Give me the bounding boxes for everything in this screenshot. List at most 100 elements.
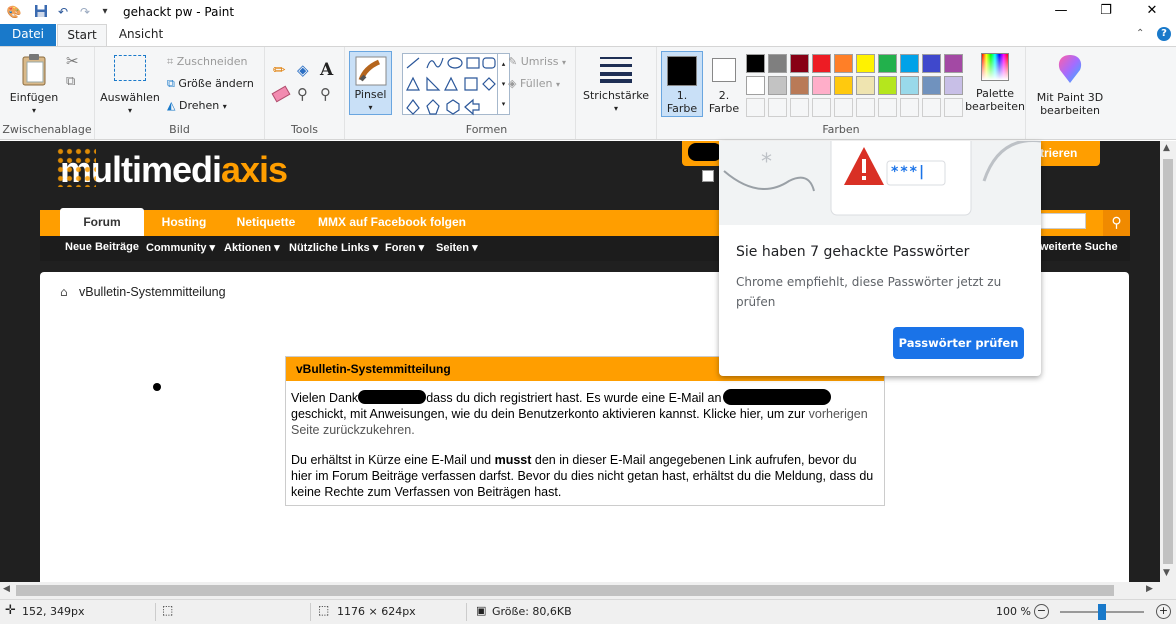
- palette-color-swatch[interactable]: [746, 76, 765, 95]
- edit-with-paint3d-button[interactable]: Mit Paint 3D bearbeiten: [1034, 53, 1106, 117]
- save-icon[interactable]: [33, 4, 49, 20]
- subnav-pages[interactable]: Seiten ▾: [436, 241, 478, 257]
- palette-color-swatch[interactable]: [746, 54, 765, 73]
- clipboard-icon: [22, 54, 46, 86]
- color2-button[interactable]: 2. Farbe: [706, 51, 742, 117]
- home-icon[interactable]: ⌂: [60, 285, 68, 299]
- cut-icon[interactable]: ✂: [66, 52, 79, 70]
- resize-button[interactable]: ⧉ Größe ändern: [167, 77, 254, 91]
- nav-tab-forum[interactable]: Forum: [60, 208, 144, 236]
- palette-color-swatch[interactable]: [834, 54, 853, 73]
- subnav-actions[interactable]: Aktionen ▾: [224, 241, 280, 257]
- quick-access-dropdown-icon[interactable]: ▾: [97, 4, 113, 20]
- copy-icon[interactable]: ⧉: [66, 74, 75, 89]
- size-label: Strichstärke: [583, 89, 649, 102]
- subnav-new-posts[interactable]: Neue Beiträge: [65, 241, 139, 257]
- palette-color-swatch[interactable]: [878, 54, 897, 73]
- breadcrumb: vBulletin-Systemmitteilung: [79, 285, 226, 299]
- palette-empty-swatch[interactable]: [878, 98, 897, 117]
- palette-color-swatch[interactable]: [922, 54, 941, 73]
- maximize-button[interactable]: ❐: [1083, 0, 1129, 24]
- close-button[interactable]: ✕: [1129, 0, 1175, 24]
- crop-button[interactable]: ⌗ Zuschneiden: [167, 55, 247, 69]
- palette-color-swatch[interactable]: [812, 76, 831, 95]
- nav-tab-netiquette[interactable]: Netiquette: [226, 210, 306, 235]
- palette-color-swatch[interactable]: [922, 76, 941, 95]
- palette-empty-swatch[interactable]: [900, 98, 919, 117]
- scroll-left-icon[interactable]: ◀: [3, 584, 10, 594]
- minimize-button[interactable]: —: [1038, 0, 1084, 24]
- tab-start[interactable]: Start: [57, 24, 107, 47]
- selection-size-icon: ⬚: [162, 603, 174, 617]
- palette-color-swatch[interactable]: [856, 54, 875, 73]
- scroll-down-icon[interactable]: ▼: [1163, 568, 1170, 578]
- shapes-gallery[interactable]: [402, 53, 498, 116]
- nav-tab-hosting[interactable]: Hosting: [148, 210, 220, 235]
- group-label-shapes: Formen: [465, 123, 508, 136]
- zoom-slider[interactable]: [1060, 604, 1144, 620]
- magnifier-icon[interactable]: ⚲: [320, 85, 331, 103]
- horizontal-scroll-thumb[interactable]: [16, 585, 1114, 596]
- text-icon[interactable]: A: [320, 60, 333, 80]
- scroll-right-icon[interactable]: ▶: [1146, 584, 1153, 594]
- color1-button[interactable]: 1. Farbe: [661, 51, 703, 117]
- zoom-out-button[interactable]: −: [1034, 604, 1049, 619]
- select-button[interactable]: Auswählen ▾: [99, 55, 161, 117]
- vertical-scroll-thumb[interactable]: [1163, 159, 1173, 564]
- palette-color-swatch[interactable]: [790, 76, 809, 95]
- palette-color-swatch[interactable]: [944, 54, 963, 73]
- brush-dot: [153, 383, 161, 391]
- search-input[interactable]: [1040, 213, 1086, 229]
- palette-empty-swatch[interactable]: [856, 98, 875, 117]
- vertical-scrollbar[interactable]: ▲ ▼: [1160, 141, 1176, 582]
- help-icon[interactable]: ?: [1157, 27, 1171, 41]
- fill-button[interactable]: ◈ Füllen ▾: [508, 77, 560, 92]
- palette-color-swatch[interactable]: [790, 54, 809, 73]
- brushes-button[interactable]: Pinsel ▾: [349, 51, 392, 115]
- palette-empty-swatch[interactable]: [790, 98, 809, 117]
- palette-empty-swatch[interactable]: [922, 98, 941, 117]
- palette-color-swatch[interactable]: [768, 54, 787, 73]
- palette-color-swatch[interactable]: [768, 76, 787, 95]
- palette-color-swatch[interactable]: [812, 54, 831, 73]
- palette-empty-swatch[interactable]: [768, 98, 787, 117]
- palette-empty-swatch[interactable]: [834, 98, 853, 117]
- size-button[interactable]: Strichstärke ▾: [580, 53, 652, 115]
- palette-empty-swatch[interactable]: [812, 98, 831, 117]
- undo-icon[interactable]: ↶: [55, 4, 71, 20]
- tab-file[interactable]: Datei: [0, 24, 56, 46]
- tab-view[interactable]: Ansicht: [110, 24, 172, 46]
- search-icon[interactable]: ⚲: [1103, 210, 1130, 236]
- palette-color-swatch[interactable]: [900, 76, 919, 95]
- palette-color-swatch[interactable]: [944, 76, 963, 95]
- collapse-ribbon-icon[interactable]: ⌃: [1136, 28, 1144, 39]
- rotate-button[interactable]: ◭ Drehen ▾: [167, 99, 227, 114]
- eraser-icon[interactable]: [271, 85, 291, 103]
- fill-bucket-icon[interactable]: ◈: [297, 61, 309, 79]
- paste-button[interactable]: Einfügen ▾: [8, 53, 60, 117]
- divider: [310, 603, 311, 621]
- subnav-advanced-search[interactable]: weiterte Suche: [1040, 241, 1118, 257]
- zoom-slider-thumb[interactable]: [1098, 604, 1106, 620]
- color-picker-icon[interactable]: ⚲: [297, 85, 308, 103]
- subnav-forums[interactable]: Foren ▾: [385, 241, 424, 257]
- outline-button[interactable]: ✎ Umriss ▾: [508, 55, 566, 70]
- remember-checkbox[interactable]: [702, 170, 714, 182]
- chevron-down-icon: ▾: [222, 102, 227, 111]
- palette-empty-swatch[interactable]: [746, 98, 765, 117]
- palette-empty-swatch[interactable]: [944, 98, 963, 117]
- check-passwords-button[interactable]: Passwörter prüfen: [893, 327, 1024, 359]
- palette-color-swatch[interactable]: [856, 76, 875, 95]
- subnav-useful-links[interactable]: Nützliche Links ▾: [289, 241, 378, 257]
- pencil-icon[interactable]: ✏: [273, 61, 286, 79]
- edit-colors-button[interactable]: Palette bearbeiten: [965, 53, 1025, 113]
- palette-color-swatch[interactable]: [900, 54, 919, 73]
- nav-tab-facebook[interactable]: MMX auf Facebook folgen: [310, 210, 474, 235]
- zoom-in-button[interactable]: +: [1156, 604, 1171, 619]
- palette-color-swatch[interactable]: [878, 76, 897, 95]
- palette-color-swatch[interactable]: [834, 76, 853, 95]
- redo-icon[interactable]: ↷: [77, 4, 93, 20]
- subnav-community[interactable]: Community ▾: [146, 241, 215, 257]
- horizontal-scrollbar[interactable]: ◀ ▶: [0, 582, 1160, 599]
- scroll-up-icon[interactable]: ▲: [1163, 143, 1170, 153]
